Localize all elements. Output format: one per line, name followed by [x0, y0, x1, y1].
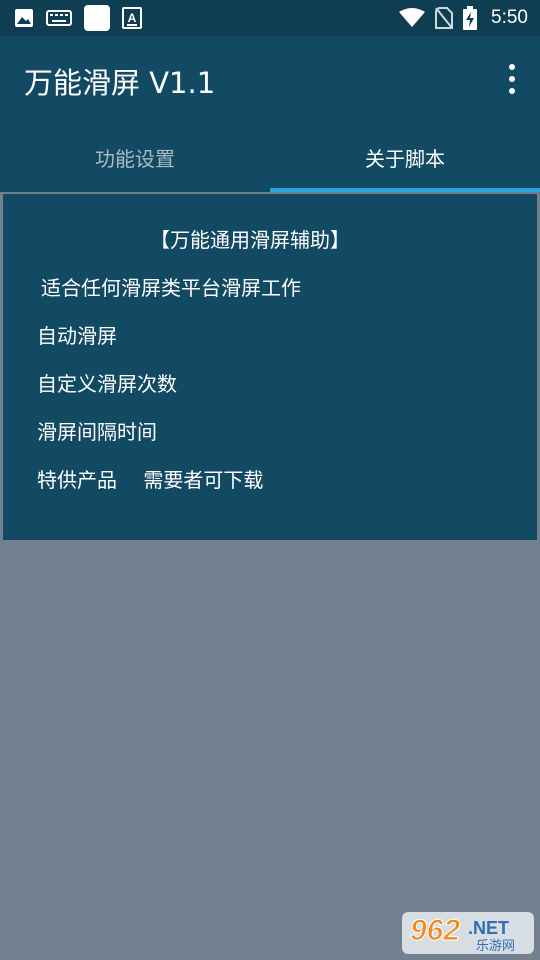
about-line-download: 特供产品 需要者可下载 [37, 468, 264, 492]
about-line-auto-swipe: 自动滑屏 [37, 324, 117, 348]
tab-bar: 功能设置 关于脚本 [0, 122, 540, 192]
about-card: 【万能通用滑屏辅助】 适合任何滑屏类平台滑屏工作 自动滑屏 自定义滑屏次数 滑屏… [3, 194, 537, 540]
app-bar: 万能滑屏 V1.1 [0, 36, 540, 122]
battery-charging-icon [463, 6, 478, 30]
about-line-custom-count: 自定义滑屏次数 [37, 372, 177, 396]
image-icon [15, 9, 33, 27]
notification-icons: A [14, 0, 142, 36]
about-line-interval: 滑屏间隔时间 [37, 420, 157, 444]
app-title: 万能滑屏 V1.1 [24, 66, 216, 100]
wifi-icon [399, 8, 426, 27]
app-icon [84, 5, 110, 31]
svg-text:A: A [128, 11, 137, 25]
system-icons: 5:50 [399, 0, 528, 36]
tab-about[interactable]: 关于脚本 [270, 122, 540, 192]
tab-indicator [270, 188, 540, 192]
watermark-number: 962 [410, 914, 460, 947]
about-heading: 【万能通用滑屏辅助】 [150, 228, 350, 252]
keyboard-icon [46, 10, 72, 26]
watermark-sub: 乐游网 [476, 939, 515, 954]
watermark-suffix: .NET [468, 918, 509, 938]
about-line-platforms: 适合任何滑屏类平台滑屏工作 [41, 276, 301, 300]
no-sim-icon [435, 7, 454, 29]
watermark-logo: 962 .NET 乐游网 [402, 906, 534, 956]
status-bar: A 5:50 [0, 0, 540, 36]
status-time: 5:50 [491, 7, 528, 28]
more-vertical-icon[interactable] [502, 64, 522, 94]
tab-features[interactable]: 功能设置 [0, 122, 270, 192]
font-icon: A [122, 7, 142, 29]
